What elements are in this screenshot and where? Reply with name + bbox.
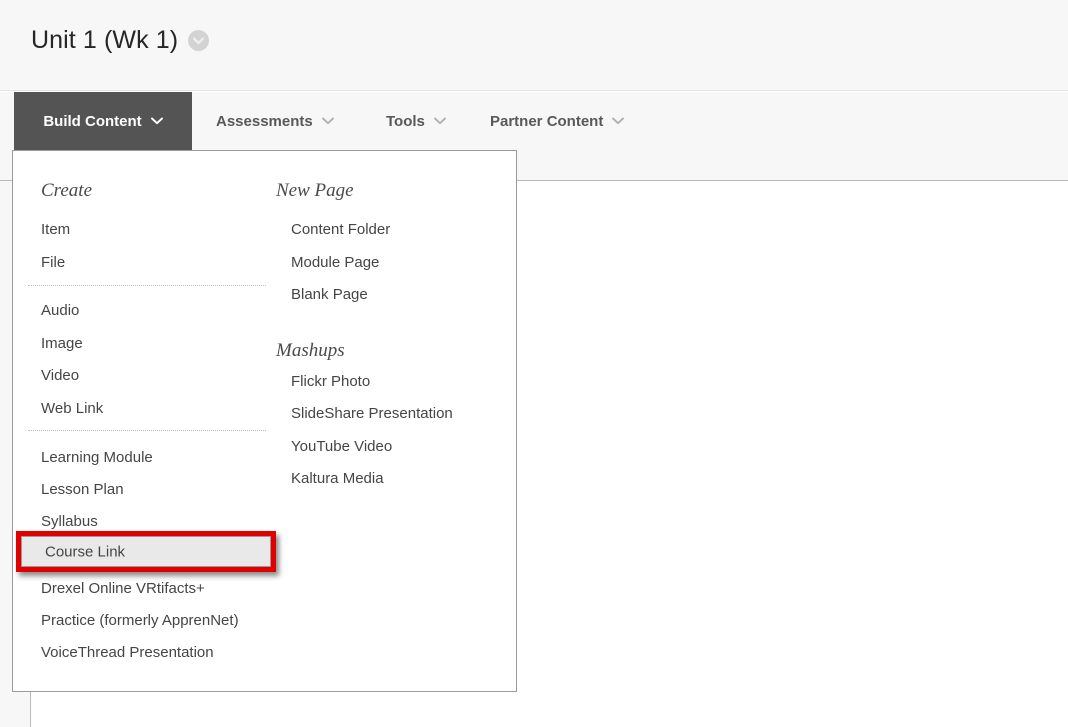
tab-tools-label: Tools xyxy=(386,112,425,130)
menu-item-syllabus[interactable]: Syllabus xyxy=(41,514,98,529)
menu-item-course-link[interactable]: Course Link xyxy=(21,536,271,567)
menu-item-youtube-video[interactable]: YouTube Video xyxy=(291,439,392,454)
menu-item-item[interactable]: Item xyxy=(41,222,70,237)
menu-group-title-new-page: New Page xyxy=(276,180,354,201)
menu-item-course-link-highlight[interactable]: Course Link xyxy=(16,531,276,572)
menu-item-web-link[interactable]: Web Link xyxy=(41,401,103,416)
chevron-down-icon xyxy=(433,117,446,125)
menu-item-video[interactable]: Video xyxy=(41,368,79,383)
page-title: Unit 1 (Wk 1) xyxy=(31,26,179,54)
page-title-row: Unit 1 (Wk 1) xyxy=(31,26,210,54)
menu-item-slideshare-presentation[interactable]: SlideShare Presentation xyxy=(291,406,453,421)
tab-tools[interactable]: Tools xyxy=(386,92,446,150)
menu-item-course-link-label: Course Link xyxy=(45,543,126,560)
chevron-down-icon xyxy=(321,117,334,125)
chevron-down-icon xyxy=(150,117,163,125)
menu-item-drexel-online-vrtifacts[interactable]: Drexel Online VRtifacts+ xyxy=(41,581,205,596)
menu-item-blank-page[interactable]: Blank Page xyxy=(291,287,368,302)
menu-item-image[interactable]: Image xyxy=(41,336,83,351)
menu-item-module-page[interactable]: Module Page xyxy=(291,255,379,270)
menu-item-file[interactable]: File xyxy=(41,255,65,270)
tab-assessments[interactable]: Assessments xyxy=(216,92,334,150)
menu-separator xyxy=(28,430,266,431)
page-header: Unit 1 (Wk 1) xyxy=(0,0,1068,91)
action-bar: Build Content Assessments Tools Partner … xyxy=(0,92,1068,150)
menu-item-audio[interactable]: Audio xyxy=(41,303,79,318)
build-content-dropdown-menu: Create Item File Audio Image Video Web L… xyxy=(12,150,517,692)
tab-build-content[interactable]: Build Content xyxy=(14,92,192,150)
menu-item-learning-module[interactable]: Learning Module xyxy=(41,450,153,465)
menu-item-voicethread-presentation[interactable]: VoiceThread Presentation xyxy=(41,645,214,660)
tab-partner-content[interactable]: Partner Content xyxy=(490,92,625,150)
menu-item-content-folder[interactable]: Content Folder xyxy=(291,222,390,237)
menu-group-title-create: Create xyxy=(41,180,93,201)
menu-separator xyxy=(28,285,266,286)
tab-assessments-label: Assessments xyxy=(216,112,313,130)
chevron-down-circle-icon[interactable] xyxy=(188,30,210,51)
menu-item-practice-apprennet[interactable]: Practice (formerly ApprenNet) xyxy=(41,613,239,628)
menu-item-flickr-photo[interactable]: Flickr Photo xyxy=(291,374,370,389)
menu-item-kaltura-media[interactable]: Kaltura Media xyxy=(291,471,384,486)
tab-build-content-label: Build Content xyxy=(43,112,142,130)
menu-item-lesson-plan[interactable]: Lesson Plan xyxy=(41,482,124,497)
tab-partner-content-label: Partner Content xyxy=(490,112,604,130)
menu-group-title-mashups: Mashups xyxy=(276,340,345,361)
chevron-down-icon xyxy=(612,117,625,125)
